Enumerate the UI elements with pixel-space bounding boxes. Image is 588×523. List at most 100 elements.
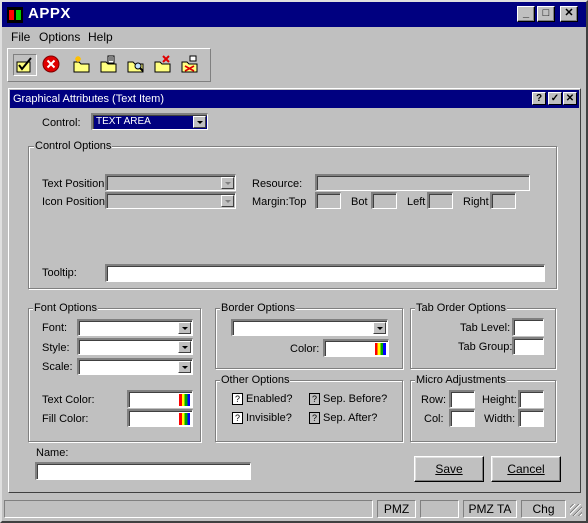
chevron-down-icon[interactable] — [193, 116, 206, 128]
maximize-button[interactable]: □ — [537, 6, 555, 22]
fill-color-label: Fill Color: — [42, 413, 89, 425]
invisible-label: Invisible? — [246, 412, 292, 424]
fill-color-field[interactable] — [127, 409, 193, 427]
control-select-value: TEXT AREA — [96, 116, 151, 127]
margin-bot-label: Bot — [351, 196, 368, 208]
control-label: Control: — [42, 117, 81, 129]
cancel-button[interactable]: Cancel — [491, 456, 561, 482]
chevron-down-icon[interactable] — [178, 361, 191, 373]
margin-top-field[interactable] — [315, 192, 341, 209]
scale-select[interactable] — [77, 358, 193, 375]
style-select[interactable] — [77, 338, 193, 355]
text-position-select[interactable] — [105, 174, 236, 191]
menu-help[interactable]: Help — [88, 30, 113, 44]
font-select[interactable] — [77, 319, 193, 336]
height-field[interactable] — [518, 390, 544, 408]
app-title: APPX — [28, 5, 71, 22]
width-field[interactable] — [518, 409, 544, 427]
cancel-button-label: Cancel — [507, 462, 545, 476]
name-field[interactable] — [35, 462, 251, 480]
resize-grip-icon[interactable] — [570, 504, 582, 516]
menu-bar: File Options Help — [4, 28, 584, 47]
margin-right-label: Right — [463, 196, 489, 208]
chevron-down-icon[interactable] — [221, 195, 234, 207]
other-options-group: Other Options — [215, 374, 403, 442]
chevron-down-icon[interactable] — [178, 322, 191, 334]
check-edit-icon[interactable] — [13, 54, 37, 76]
margin-right-field[interactable] — [490, 192, 516, 209]
dialog-titlebar[interactable]: Graphical Attributes (Text Item) ? ✓ ✕ — [10, 90, 579, 108]
folder-search-icon[interactable] — [125, 54, 149, 76]
color-palette-icon[interactable] — [375, 343, 386, 355]
tab-level-field[interactable] — [512, 318, 544, 336]
chevron-down-icon[interactable] — [373, 322, 386, 334]
border-style-select[interactable] — [231, 319, 388, 336]
control-select[interactable]: TEXT AREA — [91, 113, 208, 130]
tab-group-field[interactable] — [512, 337, 544, 355]
menu-file[interactable]: File — [11, 30, 30, 44]
menu-options[interactable]: Options — [39, 30, 80, 44]
tab-order-options-title: Tab Order Options — [415, 302, 507, 314]
sep-before-label: Sep. Before? — [323, 393, 388, 405]
status-cell-pmz: PMZ — [377, 500, 416, 518]
sep-after-label: Sep. After? — [323, 412, 378, 424]
col-label: Col: — [424, 413, 444, 425]
tooltip-label: Tooltip: — [42, 267, 77, 279]
folder-edit-icon[interactable] — [98, 54, 122, 76]
micro-adjustments-title: Micro Adjustments — [415, 374, 507, 386]
margin-top-label: Margin:Top — [252, 196, 307, 208]
border-color-field[interactable] — [323, 339, 389, 357]
close-button[interactable]: ✕ — [560, 6, 578, 22]
sep-before-checkbox[interactable]: ? — [309, 393, 320, 405]
icon-position-select[interactable] — [105, 192, 236, 209]
icon-position-label: Icon Position: — [42, 196, 109, 208]
chevron-down-icon[interactable] — [221, 177, 234, 189]
cancel-icon[interactable] — [40, 54, 64, 76]
name-label: Name: — [36, 447, 69, 459]
folder-new-icon[interactable] — [71, 54, 95, 76]
style-label: Style: — [42, 342, 70, 354]
status-bar: PMZ PMZ TA Chg — [4, 499, 584, 519]
minimize-button[interactable]: _ — [517, 6, 535, 22]
sep-after-checkbox[interactable]: ? — [309, 412, 320, 424]
tab-group-label: Tab Group: — [458, 341, 513, 353]
invisible-checkbox[interactable]: ? — [232, 412, 243, 424]
status-cell-chg: Chg — [521, 500, 566, 518]
text-color-field[interactable] — [127, 390, 193, 408]
app-titlebar[interactable]: APPX _ □ ✕ — [2, 2, 586, 27]
scale-label: Scale: — [42, 361, 73, 373]
resource-field[interactable] — [315, 174, 530, 191]
height-label: Height: — [482, 394, 517, 406]
row-field[interactable] — [449, 390, 475, 408]
status-cell-message — [4, 500, 373, 518]
status-cell-pmz-ta: PMZ TA — [463, 500, 517, 518]
col-field[interactable] — [449, 409, 475, 427]
ok-check-button[interactable]: ✓ — [548, 92, 562, 105]
other-options-title: Other Options — [220, 374, 291, 386]
text-position-label: Text Position: — [42, 178, 108, 190]
help-button[interactable]: ? — [532, 92, 546, 105]
border-options-title: Border Options — [220, 302, 296, 314]
text-color-label: Text Color: — [42, 394, 95, 406]
color-palette-icon[interactable] — [179, 394, 190, 406]
status-cell-empty — [420, 500, 459, 518]
border-color-label: Color: — [290, 343, 320, 355]
folder-delete-icon[interactable] — [152, 54, 176, 76]
tab-level-label: Tab Level: — [460, 322, 511, 334]
enabled-label: Enabled? — [246, 393, 293, 405]
appx-logo-icon — [7, 7, 23, 23]
toolbar — [7, 48, 211, 82]
enabled-checkbox[interactable]: ? — [232, 393, 243, 405]
width-label: Width: — [484, 413, 516, 425]
color-palette-icon[interactable] — [179, 413, 190, 425]
chevron-down-icon[interactable] — [178, 341, 191, 353]
tooltip-field[interactable] — [105, 264, 545, 282]
margin-left-label: Left — [407, 196, 426, 208]
save-button-label: Save — [435, 462, 463, 476]
margin-left-field[interactable] — [427, 192, 453, 209]
save-button[interactable]: Save — [414, 456, 484, 482]
folder-cancel-icon[interactable] — [179, 54, 203, 76]
font-options-title: Font Options — [33, 302, 98, 314]
margin-bot-field[interactable] — [371, 192, 397, 209]
dialog-close-button[interactable]: ✕ — [563, 92, 577, 105]
